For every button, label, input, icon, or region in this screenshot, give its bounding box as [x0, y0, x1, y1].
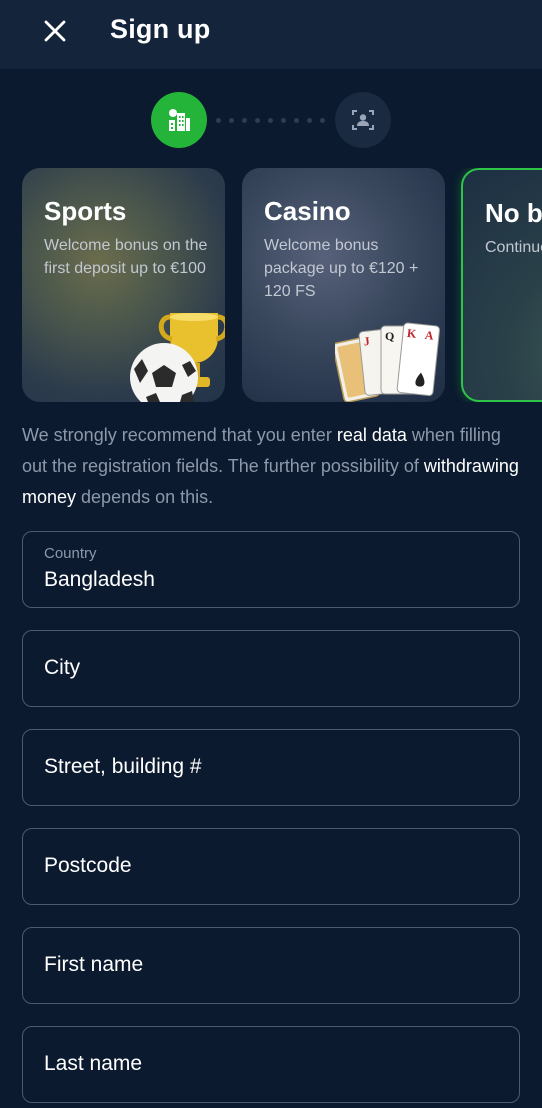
highlight-real-data: real data [336, 425, 407, 445]
first-name-placeholder: First name [44, 953, 144, 976]
page-title: Sign up [110, 14, 211, 44]
city-placeholder: City [44, 656, 81, 679]
postcode-placeholder: Postcode [44, 854, 132, 877]
last-name-field[interactable]: Last name [22, 1026, 520, 1103]
city-field[interactable]: City [22, 630, 520, 707]
svg-text:Q: Q [385, 329, 394, 343]
registration-stepper [0, 92, 542, 148]
close-button[interactable] [38, 14, 72, 48]
bonus-title: Casino [264, 196, 351, 226]
close-icon [44, 20, 66, 42]
bonus-description: Welcome bonus package up to €120 + 120 F… [264, 237, 419, 300]
postcode-field[interactable]: Postcode [22, 828, 520, 905]
registration-notice: We strongly recommend that you enter rea… [22, 425, 519, 507]
country-value: Bangladesh [44, 568, 155, 591]
bonus-card-casino[interactable]: Casino Welcome bonus package up to €120 … [242, 168, 445, 402]
city-icon [169, 109, 190, 131]
trophy-football-icon [130, 313, 225, 402]
id-scan-icon [352, 110, 374, 130]
bonus-card-sports[interactable]: Sports Welcome bonus on the first deposi… [22, 168, 225, 402]
stepper-dots [216, 118, 325, 123]
country-select[interactable]: Country Bangladesh [22, 531, 520, 608]
step-address[interactable] [151, 92, 207, 148]
first-name-field[interactable]: First name [22, 927, 520, 1004]
country-label: Country [44, 545, 97, 562]
svg-text:A: A [424, 328, 434, 343]
playing-cards-icon: J Q K A [335, 322, 441, 402]
last-name-placeholder: Last name [44, 1052, 143, 1075]
street-field[interactable]: Street, building # [22, 729, 520, 806]
bonus-description: Continue without bonus [485, 239, 542, 256]
bonus-description: Welcome bonus on the first deposit up to… [44, 237, 208, 277]
bonus-title: Sports [44, 196, 127, 226]
street-placeholder: Street, building # [44, 755, 202, 778]
header-bar: Sign up [0, 0, 542, 69]
bonus-title: No bonus [485, 198, 542, 228]
signup-screen: Sign up Sports Welcome bonus on the firs… [0, 0, 542, 1108]
bonus-carousel: Sports Welcome bonus on the first deposi… [22, 168, 542, 402]
bonus-card-no-bonus[interactable]: No bonus Continue without bonus [461, 168, 542, 402]
step-identity[interactable] [335, 92, 391, 148]
